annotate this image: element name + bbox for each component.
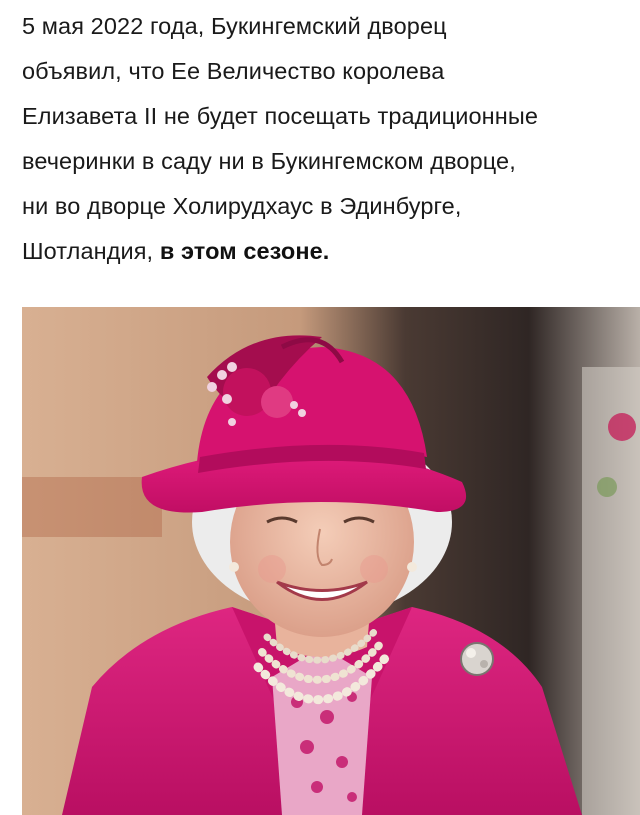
article-line-6: Шотландия, в этом сезоне. [22,229,640,274]
article-paragraph: 5 мая 2022 года, Букингемский дворец объ… [22,4,640,274]
article-line-5: ни во дворце Холирудхаус в Эдинбурге, [22,193,462,219]
article-line-1: 5 мая 2022 года, Букингемский дворец [22,13,447,39]
article-line-3: Елизавета II не будет посещать традицион… [22,103,538,129]
brooch [460,642,494,676]
article-line-6-text: Шотландия, [22,238,160,264]
article-photo [22,307,640,815]
article-line-4: вечеринки в саду ни в Букингемском дворц… [22,148,516,174]
article-line-2: объявил, что Ее Величество королева [22,58,445,84]
queen-portrait-illustration [22,307,640,815]
article-bold-emphasis: в этом сезоне. [159,238,330,264]
